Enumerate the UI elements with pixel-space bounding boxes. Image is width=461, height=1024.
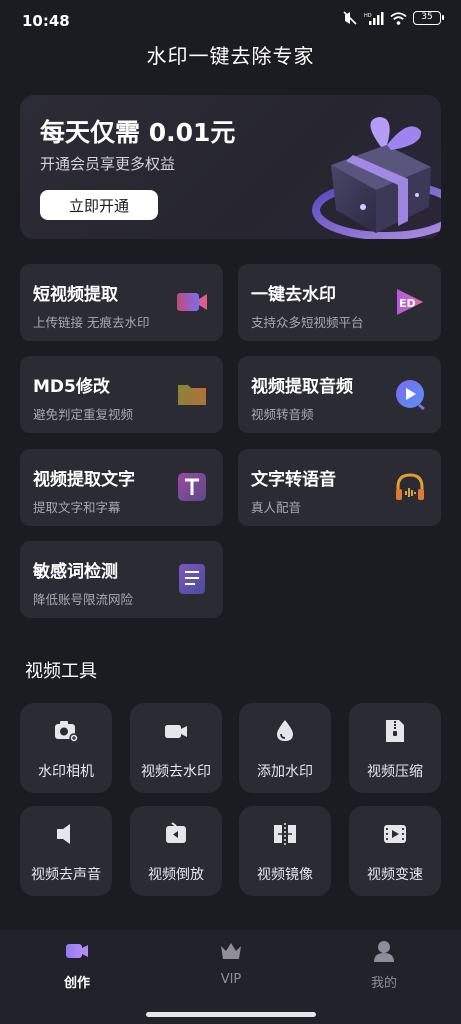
- feature-title: 文字转语音: [251, 470, 336, 490]
- status-bar: 10:48 HD 35: [0, 0, 461, 40]
- feature-sensitive-word-check[interactable]: 敏感词检测 降低账号限流网险: [20, 541, 223, 618]
- signal-icon: HD: [364, 12, 384, 25]
- tool-label: 视频镜像: [257, 867, 313, 883]
- speaker-icon: [57, 824, 70, 844]
- video-icon: [165, 725, 187, 738]
- video-tools-heading: 视频工具: [25, 661, 97, 682]
- tool-label: 视频变速: [367, 867, 423, 883]
- home-indicator[interactable]: [146, 1012, 316, 1017]
- tool-video-reverse[interactable]: 视频倒放: [130, 806, 222, 896]
- document-lines-icon: [179, 564, 205, 594]
- feature-md5-modify[interactable]: MD5修改 避免判定重复视频: [20, 356, 223, 433]
- nav-label: VIP: [220, 972, 242, 987]
- feature-title: MD5修改: [33, 377, 110, 397]
- headphones-icon: [396, 473, 424, 500]
- feature-video-to-audio[interactable]: 视频提取音频 视频转音频: [238, 356, 441, 433]
- banner-title: 每天仅需 0.01元: [40, 118, 236, 147]
- battery-icon: 35: [413, 11, 444, 25]
- tool-video-speed[interactable]: 视频变速: [349, 806, 441, 896]
- create-video-icon: [66, 944, 88, 958]
- video-camera-icon: [177, 293, 207, 311]
- tool-label: 视频去声音: [31, 867, 101, 883]
- tool-video-mirror[interactable]: 视频镜像: [239, 806, 331, 896]
- tool-label: 视频去水印: [141, 764, 211, 780]
- droplet-icon: [277, 720, 293, 741]
- feature-one-click-remove[interactable]: 一键去水印 支持众多短视频平台 ED: [238, 264, 441, 341]
- feature-short-video-extract[interactable]: 短视频提取 上传链接 无痕去水印: [20, 264, 223, 341]
- feature-subtitle: 避免判定重复视频: [33, 407, 134, 422]
- feature-subtitle: 降低账号限流网险: [33, 592, 134, 607]
- tool-video-mute[interactable]: 视频去声音: [20, 806, 112, 896]
- feature-subtitle: 真人配音: [251, 500, 302, 515]
- feature-subtitle: 提取文字和字幕: [33, 500, 121, 515]
- zip-file-icon: [386, 720, 404, 742]
- svg-text:HD: HD: [364, 13, 372, 19]
- feature-subtitle: 视频转音频: [251, 407, 314, 422]
- feature-title: 一键去水印: [251, 285, 336, 305]
- camera-icon: [55, 721, 79, 743]
- tool-video-compress[interactable]: 视频压缩: [349, 703, 441, 793]
- feature-title: 敏感词检测: [33, 562, 118, 582]
- feature-subtitle: 上传链接 无痕去水印: [33, 315, 150, 330]
- feature-title: 视频提取文字: [33, 470, 135, 490]
- mute-icon: [343, 11, 357, 25]
- tool-label: 水印相机: [38, 764, 94, 780]
- profile-icon: [374, 941, 394, 962]
- feature-title: 短视频提取: [33, 285, 118, 305]
- nav-tab-create[interactable]: 创作: [27, 938, 127, 993]
- tool-label: 添加水印: [257, 764, 313, 780]
- vip-banner[interactable]: 每天仅需 0.01元 开通会员享更多权益 立即开通: [20, 95, 441, 239]
- bottom-nav: 创作 VIP 我的: [0, 930, 461, 1024]
- tool-label: 视频倒放: [148, 867, 204, 883]
- text-t-icon: [178, 473, 206, 501]
- nav-tab-vip[interactable]: VIP: [181, 938, 281, 993]
- nav-label: 我的: [370, 976, 397, 991]
- wifi-icon: [390, 11, 407, 25]
- nav-tab-profile[interactable]: 我的: [334, 938, 434, 993]
- feature-video-to-text[interactable]: 视频提取文字 提取文字和字幕: [20, 449, 223, 526]
- tool-label: 视频压缩: [367, 764, 423, 780]
- app-title: 水印一键去除专家: [146, 44, 315, 68]
- gift-box-icon: [312, 117, 441, 239]
- rewind-icon: [166, 822, 186, 843]
- banner-subtitle: 开通会员享更多权益: [40, 155, 176, 173]
- mirror-icon: [274, 823, 296, 845]
- tool-watermark-camera[interactable]: 水印相机: [20, 703, 112, 793]
- feature-text-to-speech[interactable]: 文字转语音 真人配音: [238, 449, 441, 526]
- svg-text:ED: ED: [399, 297, 416, 310]
- status-time: 10:48: [22, 12, 70, 30]
- activate-vip-button[interactable]: 立即开通: [40, 190, 158, 220]
- status-icons: HD 35: [342, 11, 444, 25]
- play-badge-icon: ED: [397, 289, 423, 315]
- film-speed-icon: [384, 825, 406, 843]
- folder-icon: [178, 385, 206, 405]
- tool-add-watermark[interactable]: 添加水印: [239, 703, 331, 793]
- feature-title: 视频提取音频: [251, 377, 353, 397]
- nav-label: 创作: [63, 976, 90, 991]
- tool-video-remove-watermark[interactable]: 视频去水印: [130, 703, 222, 793]
- crown-icon: [221, 943, 241, 959]
- feature-subtitle: 支持众多短视频平台: [251, 315, 364, 330]
- audio-play-icon: [396, 380, 425, 411]
